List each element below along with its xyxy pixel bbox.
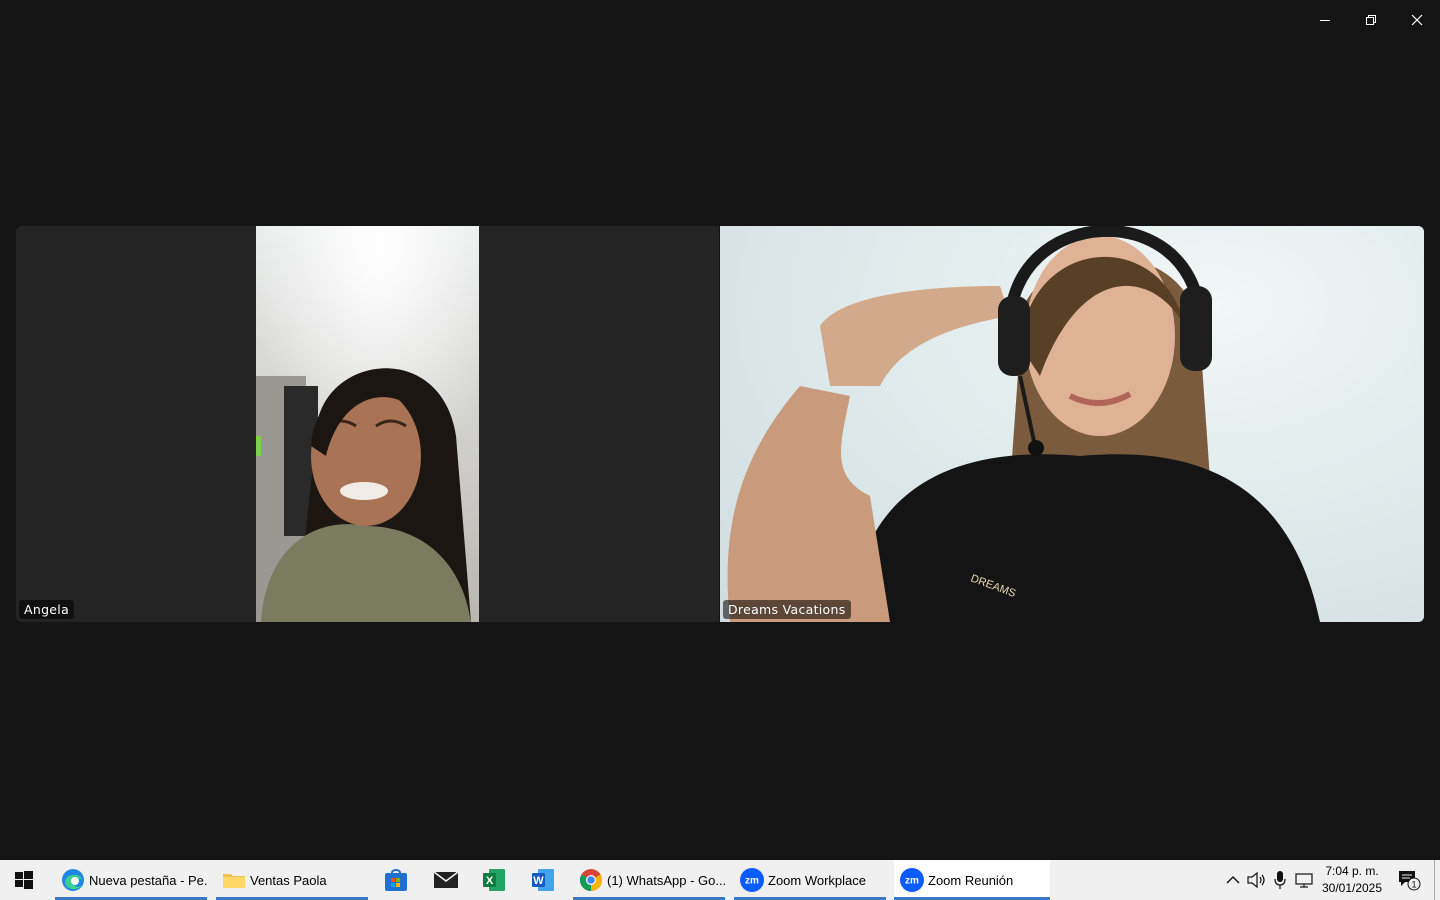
close-button[interactable] [1394, 0, 1440, 40]
restore-icon [1366, 15, 1376, 25]
svg-text:zm: zm [745, 876, 759, 887]
notification-count: 1 [1411, 880, 1416, 890]
svg-text:W: W [533, 875, 544, 887]
taskbar-pinned-excel[interactable]: X [470, 860, 518, 900]
taskbar-pinned-mail[interactable] [422, 860, 470, 900]
show-hidden-icons-button[interactable] [1221, 860, 1245, 900]
taskbar-app-label: Nueva pestaña - Pe... [89, 872, 207, 888]
taskbar-pinned-word[interactable]: W [519, 860, 567, 900]
volume-button[interactable] [1245, 860, 1269, 900]
microphone-icon [1274, 871, 1286, 889]
network-button[interactable] [1293, 860, 1317, 900]
excel-icon: X [483, 869, 505, 891]
action-center-button[interactable]: 1 [1394, 860, 1424, 900]
participant-tile-angela[interactable]: Angela [16, 226, 719, 622]
zoom-icon: zm [740, 868, 764, 892]
taskbar-app-label: Ventas Paola [250, 872, 327, 888]
taskbar-app-folder[interactable]: Ventas Paola [216, 860, 368, 900]
taskbar-app-chrome[interactable]: (1) WhatsApp - Go... [573, 860, 725, 900]
clock-time: 7:04 p. m. [1325, 864, 1379, 878]
minimize-button[interactable] [1302, 0, 1348, 40]
show-desktop-button[interactable] [1434, 860, 1440, 900]
clock[interactable]: 7:04 p. m. 30/01/2025 [1320, 860, 1384, 900]
taskbar-app-edge[interactable]: Nueva pestaña - Pe... [55, 860, 207, 900]
windows-logo-icon [15, 871, 33, 889]
svg-text:X: X [486, 875, 494, 887]
taskbar-app-zoom-workplace[interactable]: zm Zoom Workplace [734, 860, 886, 900]
taskbar-pinned-store[interactable] [372, 860, 420, 900]
clock-date: 30/01/2025 [1321, 881, 1383, 895]
close-icon [1411, 14, 1423, 26]
participant-name-label: Dreams Vacations [723, 600, 851, 619]
network-icon [1295, 873, 1313, 888]
word-icon: W [532, 869, 554, 891]
notification-icon: 1 [1399, 871, 1421, 891]
taskbar-app-label: Zoom Reunión [928, 872, 1014, 888]
minimize-icon [1320, 20, 1330, 21]
participant-tile-dreams-vacations[interactable]: DREAMS Dreams Vacations [720, 226, 1424, 622]
participant-video: DREAMS [720, 226, 1424, 622]
mail-icon [433, 871, 459, 888]
taskbar-app-label: Zoom Workplace [768, 872, 867, 888]
taskbar-app-zoom-meeting[interactable]: zm Zoom Reunión [894, 860, 1050, 900]
microphone-button[interactable] [1270, 860, 1290, 900]
edge-icon [62, 869, 84, 891]
participant-name-label: Angela [19, 600, 75, 619]
store-icon [385, 869, 407, 891]
chevron-up-icon [1226, 876, 1240, 884]
taskbar: Nueva pestaña - Pe... Ventas Paola X W (… [0, 860, 1440, 900]
folder-icon [223, 874, 245, 888]
restore-button[interactable] [1348, 0, 1394, 40]
video-frame-image [256, 226, 479, 622]
zoom-icon: zm [900, 868, 924, 892]
chrome-icon [580, 869, 602, 891]
speaker-icon [1247, 872, 1265, 888]
start-button[interactable] [0, 860, 48, 900]
participant-video [256, 226, 479, 622]
svg-text:zm: zm [905, 876, 919, 887]
taskbar-app-label: (1) WhatsApp - Go... [607, 872, 725, 888]
video-frame-image: DREAMS [727, 226, 1320, 622]
